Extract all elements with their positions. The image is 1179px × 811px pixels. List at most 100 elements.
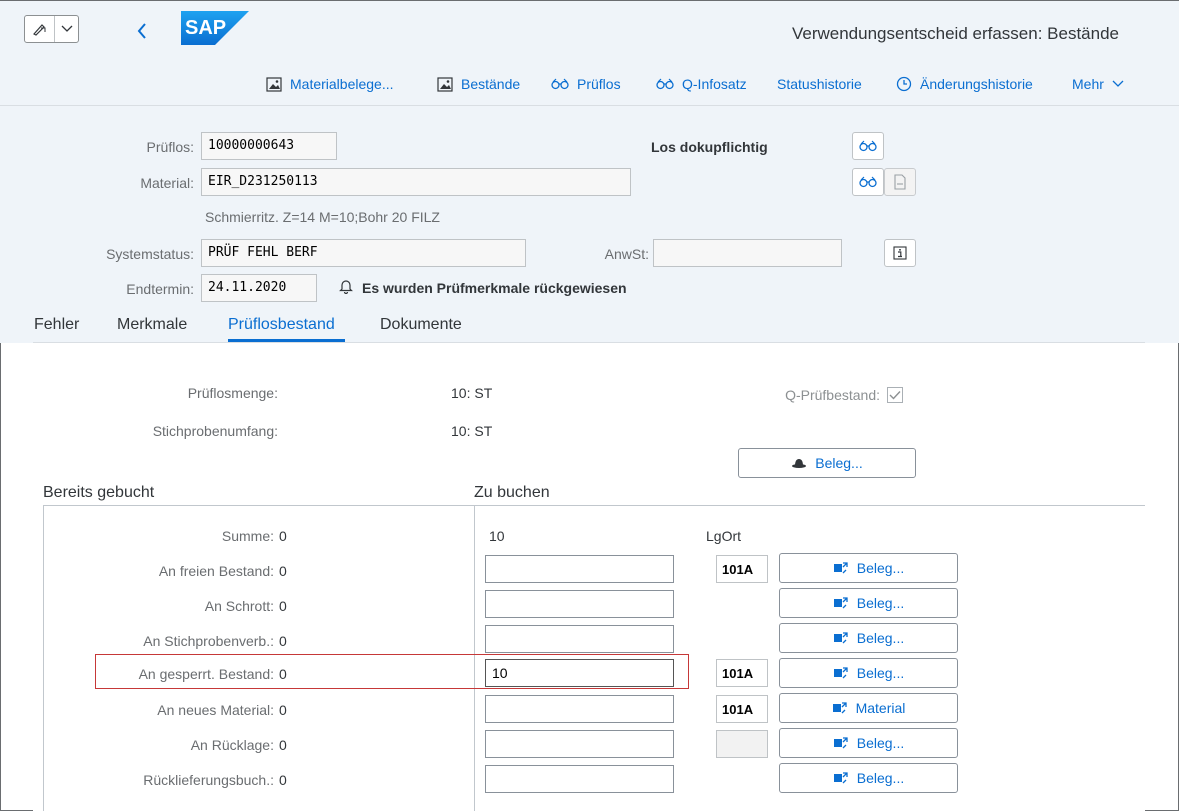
info-icon <box>893 246 907 260</box>
neues-material-label: An neues Material: <box>157 702 274 718</box>
anwst-field-label: AnwSt: <box>604 246 649 262</box>
mehr-button[interactable]: Mehr <box>1072 76 1124 92</box>
chevron-down-icon <box>1112 80 1124 88</box>
tab-merkmale[interactable]: Merkmale <box>117 316 187 334</box>
chevron-left-icon <box>137 23 146 39</box>
qpruef-checkbox[interactable] <box>887 387 903 403</box>
aenderungshistorie-button[interactable]: Änderungshistorie <box>896 76 1033 92</box>
tab-baseline <box>33 342 1145 343</box>
q-infosatz-label: Q-Infosatz <box>682 76 747 92</box>
systemstatus-field[interactable]: PRÜF FEHL BERF <box>201 239 526 267</box>
q-infosatz-button[interactable]: Q-Infosatz <box>656 76 747 92</box>
freien-bestand-label: An freien Bestand: <box>158 563 274 579</box>
summary-beleg-label: Beleg... <box>815 455 863 471</box>
bestaende-label: Bestände <box>461 76 521 92</box>
chevron-down-icon <box>55 25 78 33</box>
material-description: Schmierritz. Z=14 M=10;Bohr 20 FILZ <box>205 209 440 225</box>
aenderungshistorie-label: Änderungshistorie <box>920 76 1033 92</box>
active-tab-indicator <box>228 339 345 342</box>
document-icon <box>894 174 906 190</box>
endtermin-field-label: Endtermin: <box>126 281 194 297</box>
tab-bar: Fehler Merkmale Prüflosbestand Dokumente <box>0 312 1179 344</box>
posting-icon <box>833 562 848 574</box>
pen-icon <box>25 16 55 42</box>
gesperrt-bestand-beleg-button[interactable]: Beleg... <box>779 658 958 688</box>
bereits-gebucht-title: Bereits gebucht <box>43 484 155 501</box>
bestaende-button[interactable]: Bestände <box>437 76 520 92</box>
freien-bestand-beleg-label: Beleg... <box>856 560 905 576</box>
materialbelege-button[interactable]: Materialbelege... <box>266 76 394 92</box>
summe-label: Summe: <box>221 528 274 544</box>
tab-dokumente[interactable]: Dokumente <box>380 316 462 334</box>
freien-bestand-lgort[interactable]: 101A <box>716 555 768 583</box>
schrott-label: An Schrott: <box>204 598 274 614</box>
hat-icon <box>792 459 807 468</box>
tab-prueflosbestand[interactable]: Prüflosbestand <box>228 316 335 334</box>
prueflosmenge-value: 10: ST <box>451 385 493 401</box>
gesperrt-bestand-input[interactable]: 10 <box>485 659 674 687</box>
clock-icon <box>896 76 912 92</box>
lgort-header: LgOrt <box>706 528 742 544</box>
ruecklage-input[interactable] <box>485 730 674 758</box>
ruecklage-beleg-button[interactable]: Beleg... <box>779 728 958 758</box>
document-button[interactable] <box>884 168 916 196</box>
ruecklieferung-input[interactable] <box>485 765 674 793</box>
info-button[interactable] <box>884 239 916 267</box>
freien-bestand-input[interactable] <box>485 555 674 583</box>
stichprobenverb-beleg-label: Beleg... <box>856 630 905 646</box>
schrott-beleg-label: Beleg... <box>856 595 905 611</box>
posting-icon <box>833 667 848 679</box>
prueflos-button[interactable]: Prüflos <box>551 76 621 92</box>
glasses-icon <box>859 176 877 188</box>
prueflos-field[interactable]: 10000000643 <box>201 132 337 160</box>
tab-fehler[interactable]: Fehler <box>34 316 79 334</box>
stichprobenverb-beleg-button[interactable]: Beleg... <box>779 623 958 653</box>
gesperrt-bestand-label: An gesperrt. Bestand: <box>138 666 274 682</box>
app-title: Verwendungsentscheid erfassen: Bestände <box>791 24 1119 43</box>
gesperrt-bestand-lgort[interactable]: 101A <box>716 659 768 687</box>
qpruef-label: Q-Prüfbestand: <box>785 387 880 403</box>
ruecklage-value: 0 <box>279 737 287 753</box>
neues-material-button-label: Material <box>855 700 906 716</box>
schrott-input[interactable] <box>485 590 674 618</box>
gesperrt-bestand-value: 0 <box>279 666 287 682</box>
back-button[interactable] <box>130 18 154 44</box>
neues-material-lgort[interactable]: 101A <box>716 695 768 723</box>
neues-material-button[interactable]: Material <box>779 693 958 723</box>
endtermin-field[interactable]: 24.11.2020 <box>201 274 317 302</box>
display-material-button[interactable] <box>852 168 884 196</box>
prueflos-field-label: Prüflos: <box>146 139 194 155</box>
stichprobenverb-label: An Stichprobenverb.: <box>143 633 274 649</box>
logo-text: SAP <box>185 17 226 39</box>
anwst-field[interactable] <box>653 239 842 267</box>
ruecklieferung-value: 0 <box>279 772 287 788</box>
notice-text: Es wurden Prüfmerkmale rückgewiesen <box>362 280 627 296</box>
statushistorie-label: Statushistorie <box>777 76 862 92</box>
posting-icon <box>833 632 848 644</box>
image-icon <box>437 76 453 92</box>
zu-buchen-total: 10 <box>489 528 505 544</box>
posting-icon <box>833 772 848 784</box>
stichprobenverb-input[interactable] <box>485 625 674 653</box>
top-border <box>0 0 1179 1</box>
material-field[interactable]: EIR_D231250113 <box>201 168 631 196</box>
posting-icon <box>833 737 848 749</box>
ruecklage-beleg-label: Beleg... <box>856 735 905 751</box>
menu-button[interactable] <box>24 15 79 43</box>
ruecklage-label: An Rücklage: <box>190 737 274 753</box>
schrott-beleg-button[interactable]: Beleg... <box>779 588 958 618</box>
glasses-icon <box>859 140 877 152</box>
toolbar: Materialbelege... Bestände Prüflos Q-Inf… <box>0 66 1179 106</box>
posting-icon <box>833 597 848 609</box>
summary-beleg-button[interactable]: Beleg... <box>738 448 916 478</box>
ruecklage-lgort <box>716 730 768 758</box>
statushistorie-button[interactable]: Statushistorie <box>777 76 862 92</box>
freien-bestand-beleg-button[interactable]: Beleg... <box>779 553 958 583</box>
stichprobe-value: 10: ST <box>451 423 493 439</box>
display-prueflos-button[interactable] <box>852 132 884 160</box>
glasses-icon <box>656 78 674 90</box>
dokupflichtig-text: Los dokupflichtig <box>651 139 768 155</box>
prueflosmenge-label: Prüflosmenge: <box>187 385 278 401</box>
ruecklieferung-beleg-button[interactable]: Beleg... <box>779 763 958 793</box>
neues-material-input[interactable] <box>485 695 674 723</box>
